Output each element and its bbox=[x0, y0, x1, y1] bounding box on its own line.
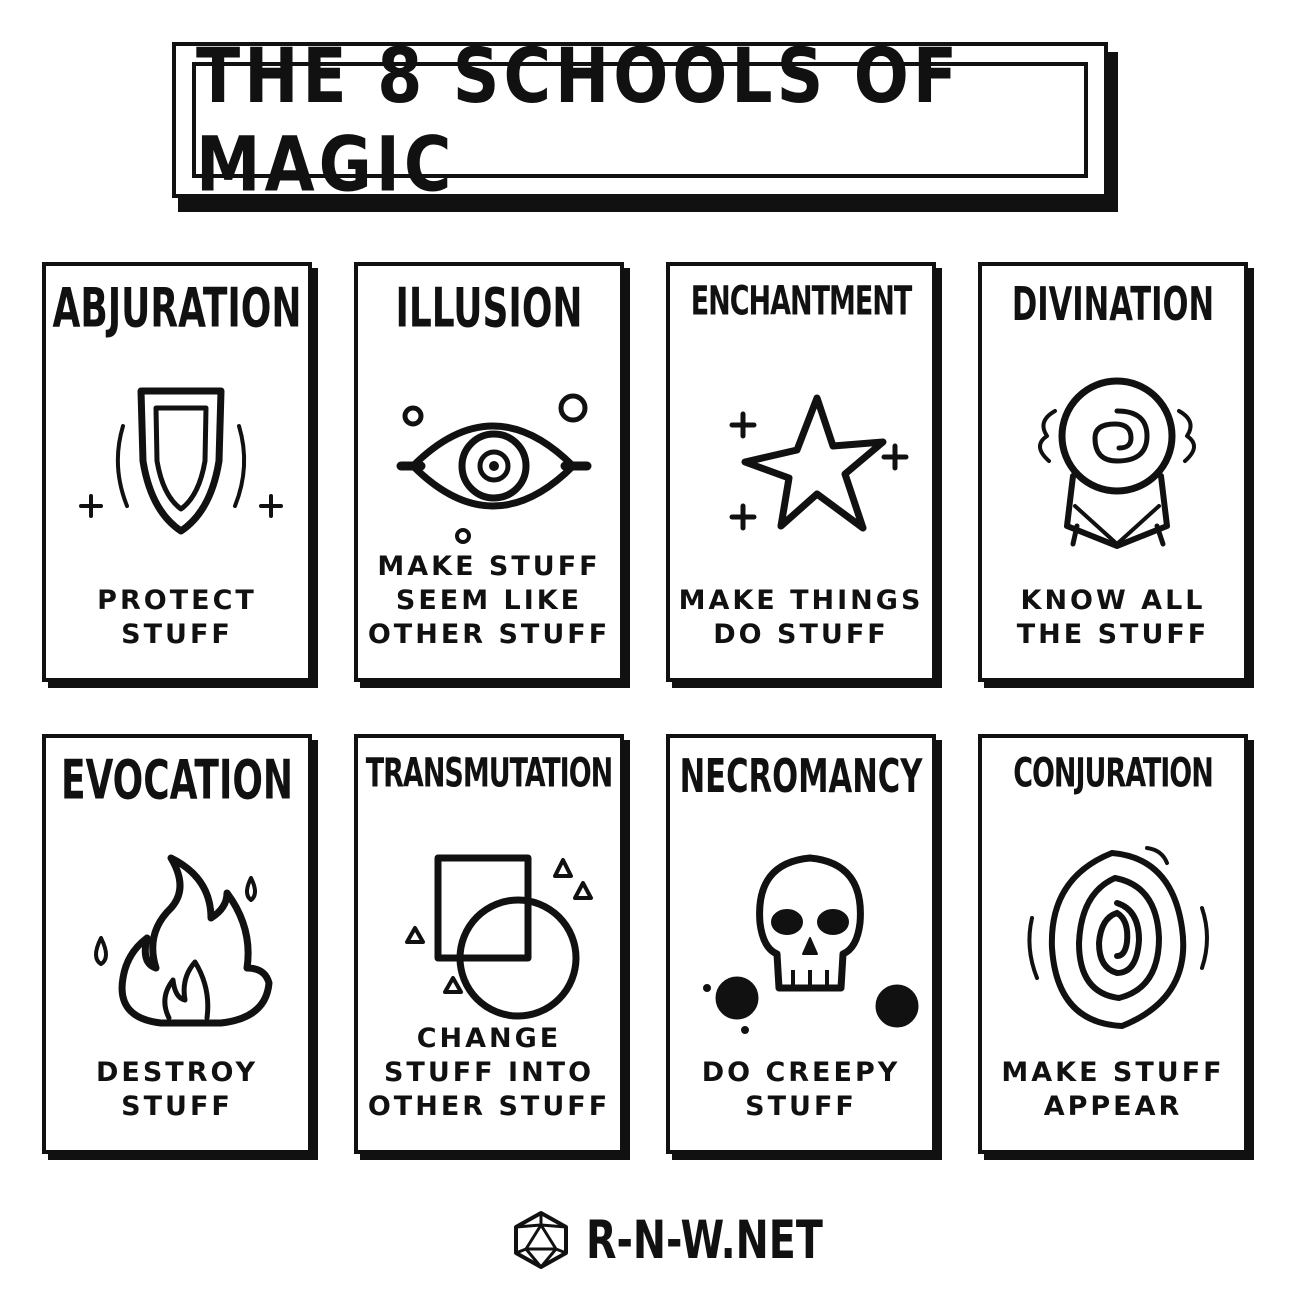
card-illusion: ILLUSION MAKE STUFF SEEM LIKE OTHER STUF… bbox=[354, 262, 624, 682]
page-title: THE 8 SCHOOLS OF MAGIC bbox=[196, 31, 962, 209]
card-divination: DIVINATION KNOW ALL THE STUFF bbox=[978, 262, 1248, 682]
card-description: MAKE THINGS DO STUFF bbox=[678, 585, 924, 650]
card-description: KNOW ALL THE STUFF bbox=[1016, 585, 1210, 650]
card-conjuration: CONJURATION MAKE STUFF APPEAR bbox=[978, 734, 1248, 1154]
fire-icon bbox=[94, 854, 273, 1027]
card-description: DO CREEPY STUFF bbox=[701, 1057, 901, 1122]
card-description: DESTROY STUFF bbox=[95, 1057, 259, 1122]
card-enchantment: ENCHANTMENT MAKE THINGS DO STUFF bbox=[666, 262, 936, 682]
card-abjuration: ABJURATION PROTECT STUFF bbox=[42, 262, 312, 682]
site-url: R-N-W.NET bbox=[586, 1209, 823, 1271]
title-inner-frame: THE 8 SCHOOLS OF MAGIC bbox=[192, 32, 1088, 208]
skull-icon bbox=[703, 854, 919, 1034]
card-title: NECROMANCY bbox=[679, 749, 923, 804]
card-description: MAKE STUFF APPEAR bbox=[1001, 1057, 1225, 1122]
shapes-icon bbox=[405, 854, 593, 1020]
portal-icon bbox=[1027, 846, 1209, 1030]
card-title: EVOCATION bbox=[60, 749, 294, 813]
footer: R-N-W.NET bbox=[510, 1200, 823, 1280]
card-title: TRANSMUTATION bbox=[365, 749, 614, 798]
card-description: CHANGE STUFF INTO OTHER STUFF bbox=[367, 1023, 611, 1122]
shield-icon bbox=[79, 387, 283, 535]
card-title: ABJURATION bbox=[52, 277, 302, 341]
card-title: ENCHANTMENT bbox=[690, 277, 913, 326]
card-title: DIVINATION bbox=[1011, 277, 1215, 332]
card-description: MAKE STUFF SEEM LIKE OTHER STUFF bbox=[367, 551, 611, 650]
card-transmutation: TRANSMUTATION CHANGE STUFF INTO OTHER ST… bbox=[354, 734, 624, 1154]
title-banner: THE 8 SCHOOLS OF MAGIC bbox=[172, 32, 1108, 208]
eye-icon bbox=[396, 393, 592, 544]
card-evocation: EVOCATION DESTROY STUFF bbox=[42, 734, 312, 1154]
card-title: ILLUSION bbox=[395, 277, 583, 341]
card-title: CONJURATION bbox=[1013, 749, 1214, 798]
crystal-ball-icon bbox=[1038, 377, 1196, 549]
card-necromancy: NECROMANCY DO CREEPY STUFF bbox=[666, 734, 936, 1154]
card-description: PROTECT STUFF bbox=[97, 585, 257, 650]
d20-die-icon bbox=[514, 1211, 568, 1269]
star-icon bbox=[729, 394, 909, 532]
